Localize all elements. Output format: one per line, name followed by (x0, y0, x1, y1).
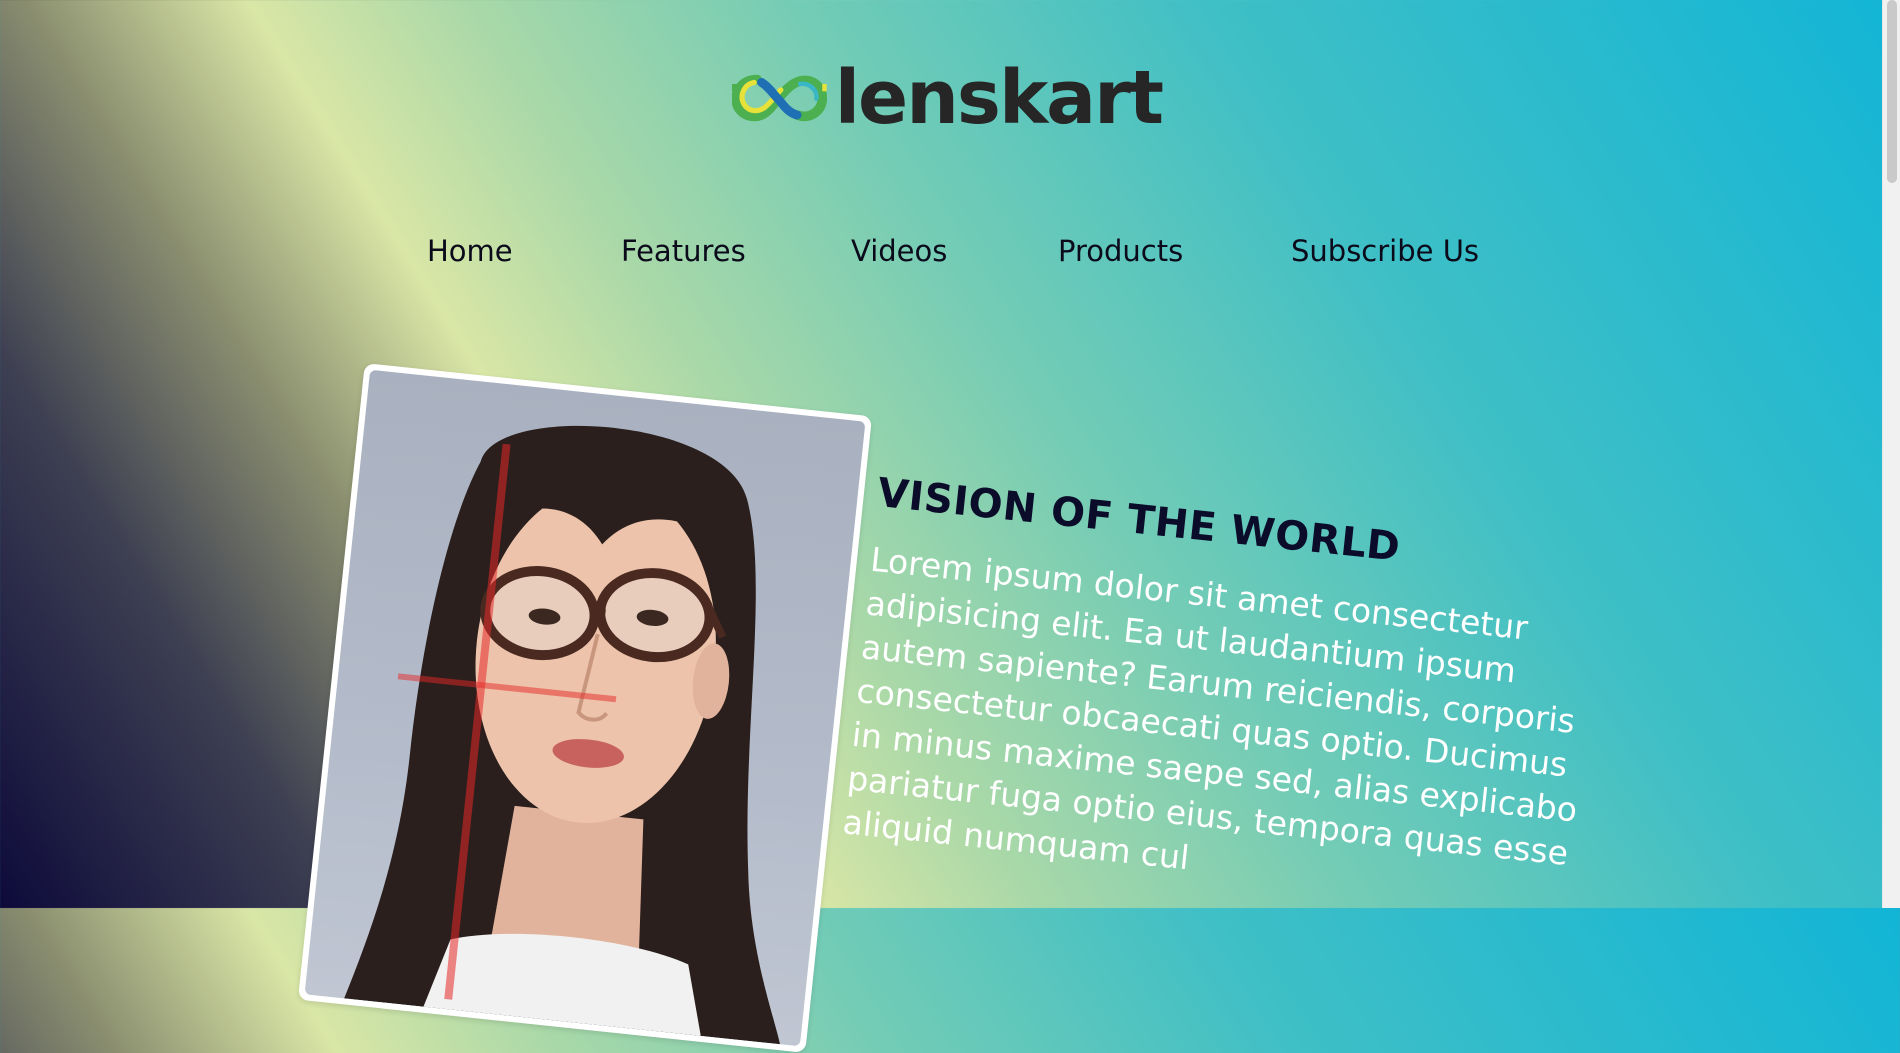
woman-wearing-glasses-photo (304, 369, 866, 1047)
nav-item-features[interactable]: Features (621, 234, 746, 268)
hero-photo-card (297, 363, 873, 1053)
brand-name: lenskart (834, 55, 1164, 141)
nav-item-videos[interactable]: Videos (851, 234, 947, 268)
hero-body-text: Lorem ipsum dolor sit amet consectetur a… (841, 539, 1580, 878)
main-navigation: Home Features Videos Products Subscribe … (0, 234, 1880, 278)
scrollbar-thumb[interactable] (1887, 0, 1897, 183)
nav-item-subscribe-us[interactable]: Subscribe Us (1291, 234, 1479, 268)
nav-item-home[interactable]: Home (427, 234, 513, 268)
infinity-glasses-logo-icon (732, 74, 827, 122)
brand-logo[interactable]: lenskart (732, 55, 1164, 141)
portrait-illustration (344, 425, 781, 1045)
page-scrollbar[interactable] (1882, 0, 1900, 908)
hero-text-block: VISION OF THE WORLD Lorem ipsum dolor si… (841, 470, 1676, 928)
nav-item-products[interactable]: Products (1058, 234, 1183, 268)
